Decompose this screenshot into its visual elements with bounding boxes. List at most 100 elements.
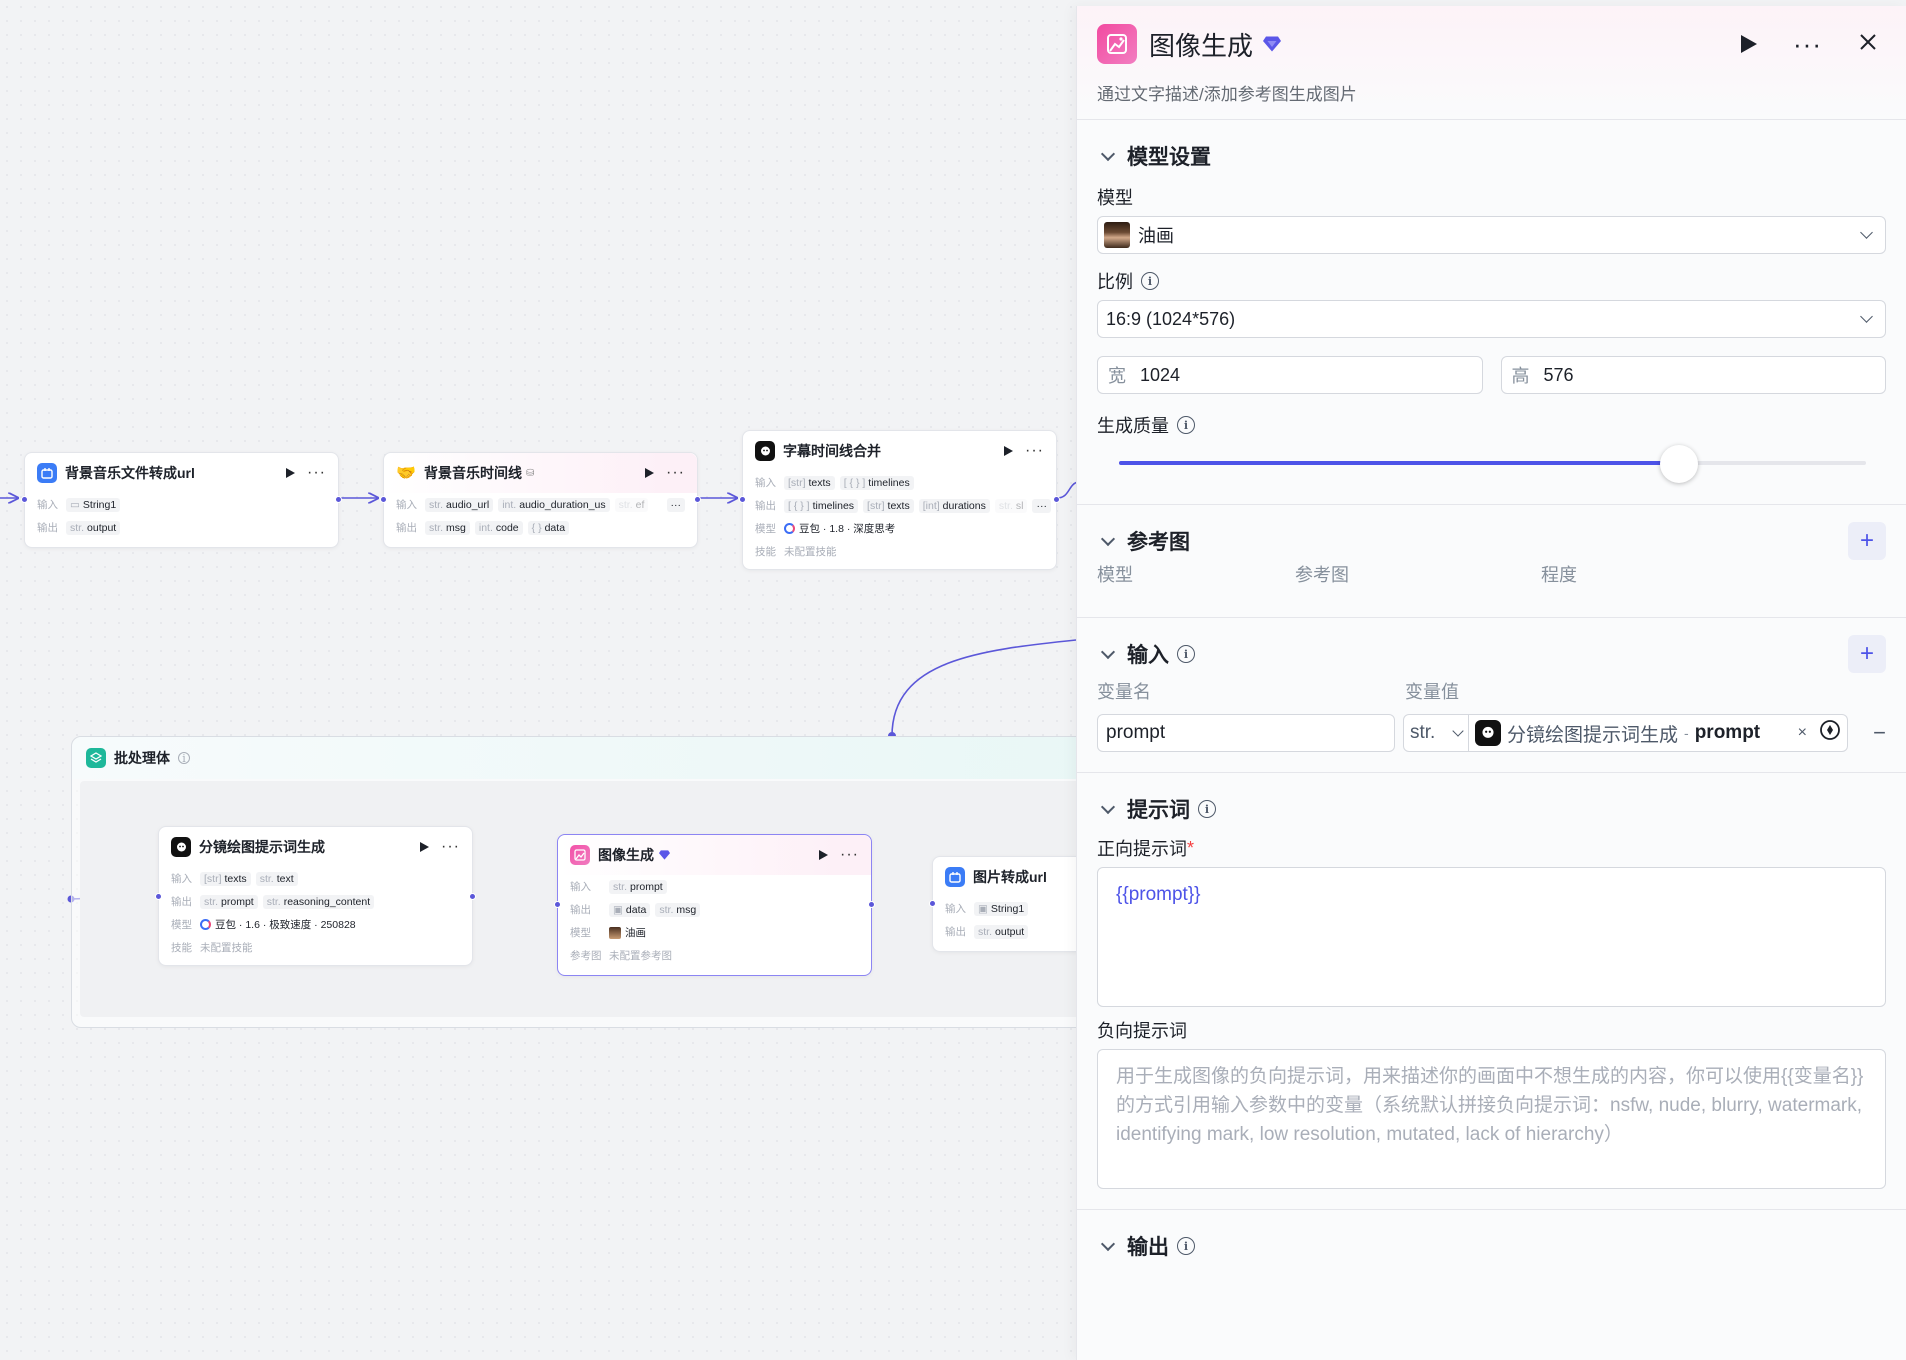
llm-icon — [1475, 720, 1501, 746]
input-key: 输入 — [570, 881, 591, 893]
output-port[interactable] — [335, 496, 342, 503]
run-icon[interactable] — [819, 850, 829, 860]
more-icon[interactable]: ··· — [666, 465, 685, 481]
model-value: 油画 — [1138, 226, 1174, 246]
model-value: 豆包 · 1.8 · 深度思考 — [784, 521, 895, 536]
section-title: 输出 — [1127, 1236, 1169, 1259]
node-img-to-url[interactable]: 图片转成url 输入 ▣ String1 输出 str. output — [929, 856, 1076, 952]
add-input-button[interactable]: + — [1848, 635, 1886, 673]
close-icon[interactable] — [1858, 32, 1878, 57]
slider-thumb[interactable] — [1660, 445, 1699, 483]
chevron-down-icon[interactable] — [1100, 644, 1116, 659]
more-icon[interactable]: ··· — [441, 839, 460, 855]
positive-prompt-label: 正向提示词 — [1097, 839, 1187, 859]
output-tag: [str] texts — [863, 498, 914, 513]
model-key: 模型 — [171, 919, 192, 931]
input-port[interactable] — [929, 900, 936, 907]
node-image-gen[interactable]: 图像生成 ··· 输入 str. prompt 输出 ▣ data str. msg … — [554, 834, 875, 976]
section-header[interactable]: 参考图 + — [1097, 522, 1886, 560]
edge — [1056, 481, 1076, 499]
section-title: 提示词 — [1127, 799, 1190, 822]
width-label: 宽 — [1108, 366, 1126, 386]
run-icon[interactable] — [1741, 35, 1758, 53]
node-subtitle-merge[interactable]: 字幕时间线合并 ··· 输入 [str] texts [ { } ] timelin… — [739, 430, 1060, 570]
input-port[interactable] — [554, 901, 561, 908]
panel-title: 图像生成 — [1149, 30, 1254, 61]
section-header[interactable]: 提示词 i — [1097, 795, 1886, 823]
doubao-icon — [200, 919, 211, 930]
model-select[interactable]: 油画 — [1097, 216, 1886, 254]
node-bgm-to-url[interactable]: 背景音乐文件转成url ··· 输入 ▭ String1 输出 str. output — [21, 452, 342, 548]
layers-icon — [86, 748, 106, 768]
output-port[interactable] — [868, 901, 875, 908]
input-port[interactable] — [155, 893, 162, 900]
node-title: 背景音乐文件转成url — [65, 465, 195, 481]
slider-track[interactable] — [1119, 445, 1866, 483]
chevron-down-icon[interactable] — [1100, 146, 1116, 161]
llm-icon — [171, 837, 191, 857]
info-icon[interactable]: i — [1177, 645, 1195, 663]
quality-label: 生成质量 — [1097, 416, 1169, 436]
input-port[interactable] — [739, 496, 746, 503]
info-icon[interactable]: i — [1177, 1237, 1195, 1255]
chevron-down-icon[interactable] — [1100, 1236, 1116, 1251]
more-tag[interactable]: ··· — [1032, 498, 1051, 513]
section-header[interactable]: 输出 i — [1097, 1232, 1886, 1260]
run-icon[interactable] — [1004, 446, 1014, 456]
more-icon[interactable]: ··· — [307, 465, 326, 481]
add-reference-button[interactable]: + — [1848, 522, 1886, 560]
input-row: prompt str. 分镜绘图提示词生成 - prompt × − — [1097, 714, 1886, 752]
clear-icon[interactable]: × — [1798, 724, 1807, 742]
chevron-down-icon[interactable] — [1100, 531, 1116, 546]
negative-prompt-input[interactable]: 用于生成图像的负向提示词，用来描述你的画面中不想生成的内容，你可以使用{{变量名… — [1097, 1049, 1886, 1189]
var-name-input[interactable]: prompt — [1097, 714, 1395, 752]
var-value-ref[interactable]: 分镜绘图提示词生成 - prompt × — [1469, 714, 1848, 752]
remove-input-button[interactable]: − — [1848, 720, 1886, 746]
workflow-canvas[interactable]: 背景音乐文件转成url ··· 输入 ▭ String1 输出 str. output … — [0, 0, 1076, 1360]
input-tag: str. text — [255, 871, 298, 886]
model-key: 模型 — [755, 523, 776, 535]
var-type-select[interactable]: str. — [1403, 714, 1469, 752]
positive-prompt-input[interactable]: {{prompt}} — [1097, 867, 1886, 1007]
output-port[interactable] — [1053, 496, 1060, 503]
info-icon[interactable]: i — [1177, 416, 1195, 434]
handshake-icon: 🤝 — [396, 465, 416, 482]
quality-label-row: 生成质量 i — [1097, 412, 1886, 438]
premium-diamond-icon — [659, 850, 670, 860]
skill-value: 未配置技能 — [784, 546, 837, 558]
ratio-select[interactable]: 16:9 (1024*576) — [1097, 300, 1886, 338]
variable-picker-icon[interactable] — [1819, 719, 1841, 747]
info-icon[interactable]: i — [1198, 800, 1216, 818]
skill-key: 技能 — [755, 546, 776, 558]
run-icon[interactable] — [645, 468, 655, 478]
input-tag: [ { } ] timelines — [839, 475, 914, 490]
width-field[interactable]: 宽 1024 — [1097, 356, 1483, 394]
info-icon[interactable]: i — [1141, 272, 1159, 290]
oil-painting-avatar — [1104, 222, 1130, 248]
quality-slider[interactable] — [1097, 445, 1886, 483]
output-port[interactable] — [469, 893, 476, 900]
height-field[interactable]: 高 576 — [1500, 356, 1886, 394]
more-tag[interactable]: ··· — [666, 497, 685, 512]
node-bgm-timeline[interactable]: 🤝 背景音乐时间线 ⛁ ··· 输入 str. audio_url int. aud… — [380, 452, 701, 548]
node-storyboard-prompt[interactable]: 分镜绘图提示词生成 ··· 输入 [str] texts str. text 输出 … — [155, 826, 476, 966]
col-var-value: 变量值 — [1405, 682, 1459, 702]
input-port[interactable] — [21, 496, 28, 503]
output-port[interactable] — [694, 496, 701, 503]
section-header[interactable]: 模型设置 — [1097, 142, 1886, 170]
section-header[interactable]: 输入 i + — [1097, 635, 1886, 673]
model-label: 模型 — [1097, 188, 1133, 208]
more-icon[interactable]: ··· — [1793, 31, 1822, 57]
doubao-icon — [784, 523, 795, 534]
run-icon[interactable] — [286, 468, 296, 478]
output-key: 输出 — [755, 500, 776, 512]
model-value: 豆包 · 1.6 · 极致速度 · 250828 — [200, 917, 356, 932]
run-icon[interactable] — [420, 842, 430, 852]
input-port[interactable] — [380, 496, 387, 503]
more-icon[interactable]: ··· — [1025, 443, 1044, 459]
output-key: 输出 — [37, 522, 58, 534]
more-icon[interactable]: ··· — [840, 847, 859, 863]
chevron-down-icon[interactable] — [1100, 799, 1116, 814]
edge — [891, 639, 1076, 737]
input-tag: ▭ String1 — [66, 497, 121, 512]
